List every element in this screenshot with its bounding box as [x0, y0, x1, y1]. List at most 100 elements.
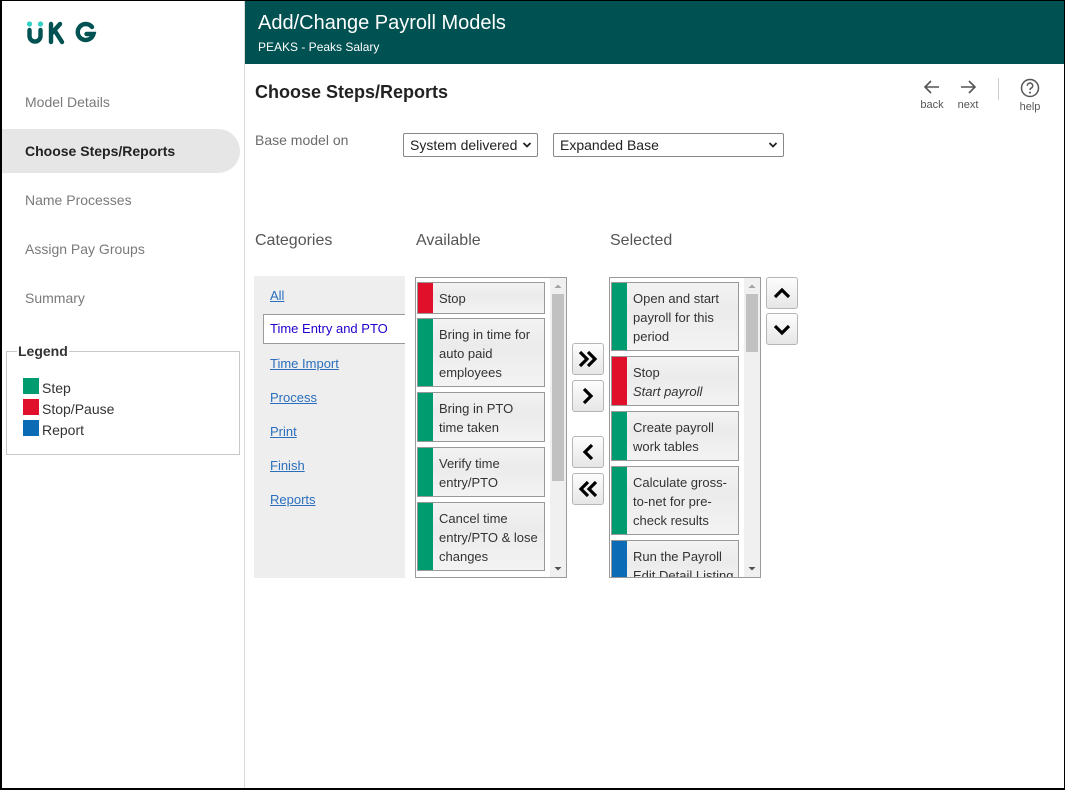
- next-button[interactable]: next: [948, 78, 988, 111]
- base-model-select[interactable]: Expanded Base: [553, 133, 784, 157]
- sidebar-item-choose-steps-reports[interactable]: Choose Steps/Reports: [0, 129, 240, 173]
- category-time-import[interactable]: Time Import: [270, 356, 339, 371]
- stop-type-bar: [612, 357, 627, 405]
- chevron-down-icon: [773, 324, 791, 336]
- item-label: Cancel time entry/PTO & lose changes: [439, 511, 538, 564]
- available-scroll-thumb[interactable]: [552, 294, 564, 481]
- item-label: Run the Payroll Edit Detail Listing: [633, 549, 734, 578]
- legend: Legend Step Stop/Pause Report: [6, 343, 240, 455]
- item-label: Create payroll work tables: [633, 420, 714, 454]
- toolbar-divider: [998, 78, 999, 100]
- item-label: Bring in time for auto paid employees: [439, 327, 531, 380]
- available-scrollbar[interactable]: [550, 278, 566, 577]
- legend-item-step: Step: [23, 378, 71, 398]
- double-chevron-left-icon: [578, 480, 598, 498]
- scroll-up-arrow-icon[interactable]: [744, 278, 760, 294]
- stop-color-swatch: [23, 399, 39, 415]
- help-button[interactable]: help: [1010, 78, 1050, 113]
- selected-scroll-thumb[interactable]: [746, 294, 758, 352]
- available-item-stop[interactable]: Stop: [417, 282, 545, 314]
- chevron-down-icon: [768, 142, 778, 148]
- stop-type-bar: [418, 283, 433, 313]
- category-all[interactable]: All: [270, 288, 284, 303]
- selected-item-stop-start-payroll[interactable]: Stop Start payroll: [611, 356, 739, 406]
- back-button[interactable]: back: [912, 78, 952, 111]
- category-reports[interactable]: Reports: [270, 492, 316, 507]
- arrow-right-icon: [961, 80, 977, 94]
- chevron-right-icon: [582, 387, 594, 405]
- arrow-left-icon: [923, 80, 939, 94]
- item-title: Stop: [633, 365, 660, 380]
- available-list[interactable]: Stop Bring in time for auto paid employe…: [415, 277, 567, 578]
- available-heading: Available: [416, 232, 481, 249]
- legend-label: Report: [42, 422, 85, 438]
- selected-scrollbar[interactable]: [744, 278, 760, 577]
- help-label: help: [1019, 101, 1041, 113]
- item-sublabel: Start payroll: [633, 384, 703, 399]
- selected-item-create-work-tables[interactable]: Create payroll work tables: [611, 411, 739, 461]
- scroll-up-arrow-icon[interactable]: [550, 278, 566, 294]
- help-icon: [1020, 78, 1040, 98]
- step-type-bar: [418, 448, 433, 496]
- step-type-bar: [418, 503, 433, 570]
- chevron-up-icon: [773, 287, 791, 299]
- categories-list: All Time Entry and PTO Time Import Proce…: [254, 276, 405, 578]
- chevron-down-icon: [522, 142, 532, 148]
- available-item-bring-in-pto[interactable]: Bring in PTO time taken: [417, 392, 545, 442]
- item-label: Open and start payroll for this period: [633, 291, 719, 344]
- add-button[interactable]: [572, 380, 604, 412]
- step-type-bar: [612, 412, 627, 460]
- step-type-bar: [418, 393, 433, 441]
- sidebar-item-summary[interactable]: Summary: [0, 276, 240, 320]
- category-process[interactable]: Process: [270, 390, 317, 405]
- step-type-bar: [612, 283, 627, 350]
- base-source-value: System delivered: [410, 137, 518, 153]
- available-item-cancel-time[interactable]: Cancel time entry/PTO & lose changes: [417, 502, 545, 571]
- scroll-down-arrow-icon[interactable]: [550, 561, 566, 577]
- sidebar-item-assign-pay-groups[interactable]: Assign Pay Groups: [0, 227, 240, 271]
- sidebar: Model Details Choose Steps/Reports Name …: [0, 0, 245, 790]
- selected-list[interactable]: Open and start payroll for this period S…: [609, 277, 761, 578]
- sidebar-item-model-details[interactable]: Model Details: [0, 80, 240, 124]
- add-all-button[interactable]: [572, 343, 604, 375]
- category-time-entry-pto[interactable]: Time Entry and PTO: [263, 314, 405, 344]
- back-label: back: [920, 99, 944, 111]
- available-item-bring-in-time[interactable]: Bring in time for auto paid employees: [417, 318, 545, 387]
- legend-item-stop-pause: Stop/Pause: [23, 399, 114, 419]
- base-source-select[interactable]: System delivered: [403, 133, 538, 157]
- available-item-verify-time[interactable]: Verify time entry/PTO: [417, 447, 545, 497]
- page-header: Add/Change Payroll Models PEAKS - Peaks …: [245, 0, 1065, 64]
- step-type-bar: [418, 319, 433, 386]
- base-model-label: Base model on: [255, 132, 349, 148]
- legend-item-report: Report: [23, 420, 84, 440]
- remove-all-button[interactable]: [572, 473, 604, 505]
- move-down-button[interactable]: [766, 313, 798, 345]
- category-print[interactable]: Print: [270, 424, 297, 439]
- step-color-swatch: [23, 378, 39, 394]
- selected-item-open-start-payroll[interactable]: Open and start payroll for this period: [611, 282, 739, 351]
- header-title: Add/Change Payroll Models: [258, 12, 506, 34]
- categories-heading: Categories: [255, 232, 333, 249]
- item-label: Calculate gross-to-net for pre-check res…: [633, 475, 727, 528]
- remove-button[interactable]: [572, 436, 604, 468]
- ukg-logo: [26, 21, 98, 50]
- report-color-swatch: [23, 420, 39, 436]
- scroll-down-arrow-icon[interactable]: [744, 561, 760, 577]
- page-title: Choose Steps/Reports: [255, 82, 449, 102]
- item-label: Verify time entry/PTO: [439, 456, 500, 490]
- report-type-bar: [612, 541, 627, 577]
- legend-label: Step: [42, 380, 71, 396]
- base-model-value: Expanded Base: [560, 137, 659, 153]
- item-label: Bring in PTO time taken: [439, 401, 514, 435]
- legend-label: Stop/Pause: [42, 401, 115, 417]
- legend-title: Legend: [17, 343, 69, 359]
- sidebar-item-name-processes[interactable]: Name Processes: [0, 178, 240, 222]
- item-label: Stop Start payroll: [633, 363, 734, 401]
- chevron-left-icon: [582, 443, 594, 461]
- selected-heading: Selected: [610, 232, 673, 249]
- selected-item-calculate-gross-to-net[interactable]: Calculate gross-to-net for pre-check res…: [611, 466, 739, 535]
- category-finish[interactable]: Finish: [270, 458, 305, 473]
- move-up-button[interactable]: [766, 277, 798, 309]
- selected-item-payroll-edit-listing[interactable]: Run the Payroll Edit Detail Listing: [611, 540, 739, 578]
- header-subtitle: PEAKS - Peaks Salary: [258, 40, 380, 54]
